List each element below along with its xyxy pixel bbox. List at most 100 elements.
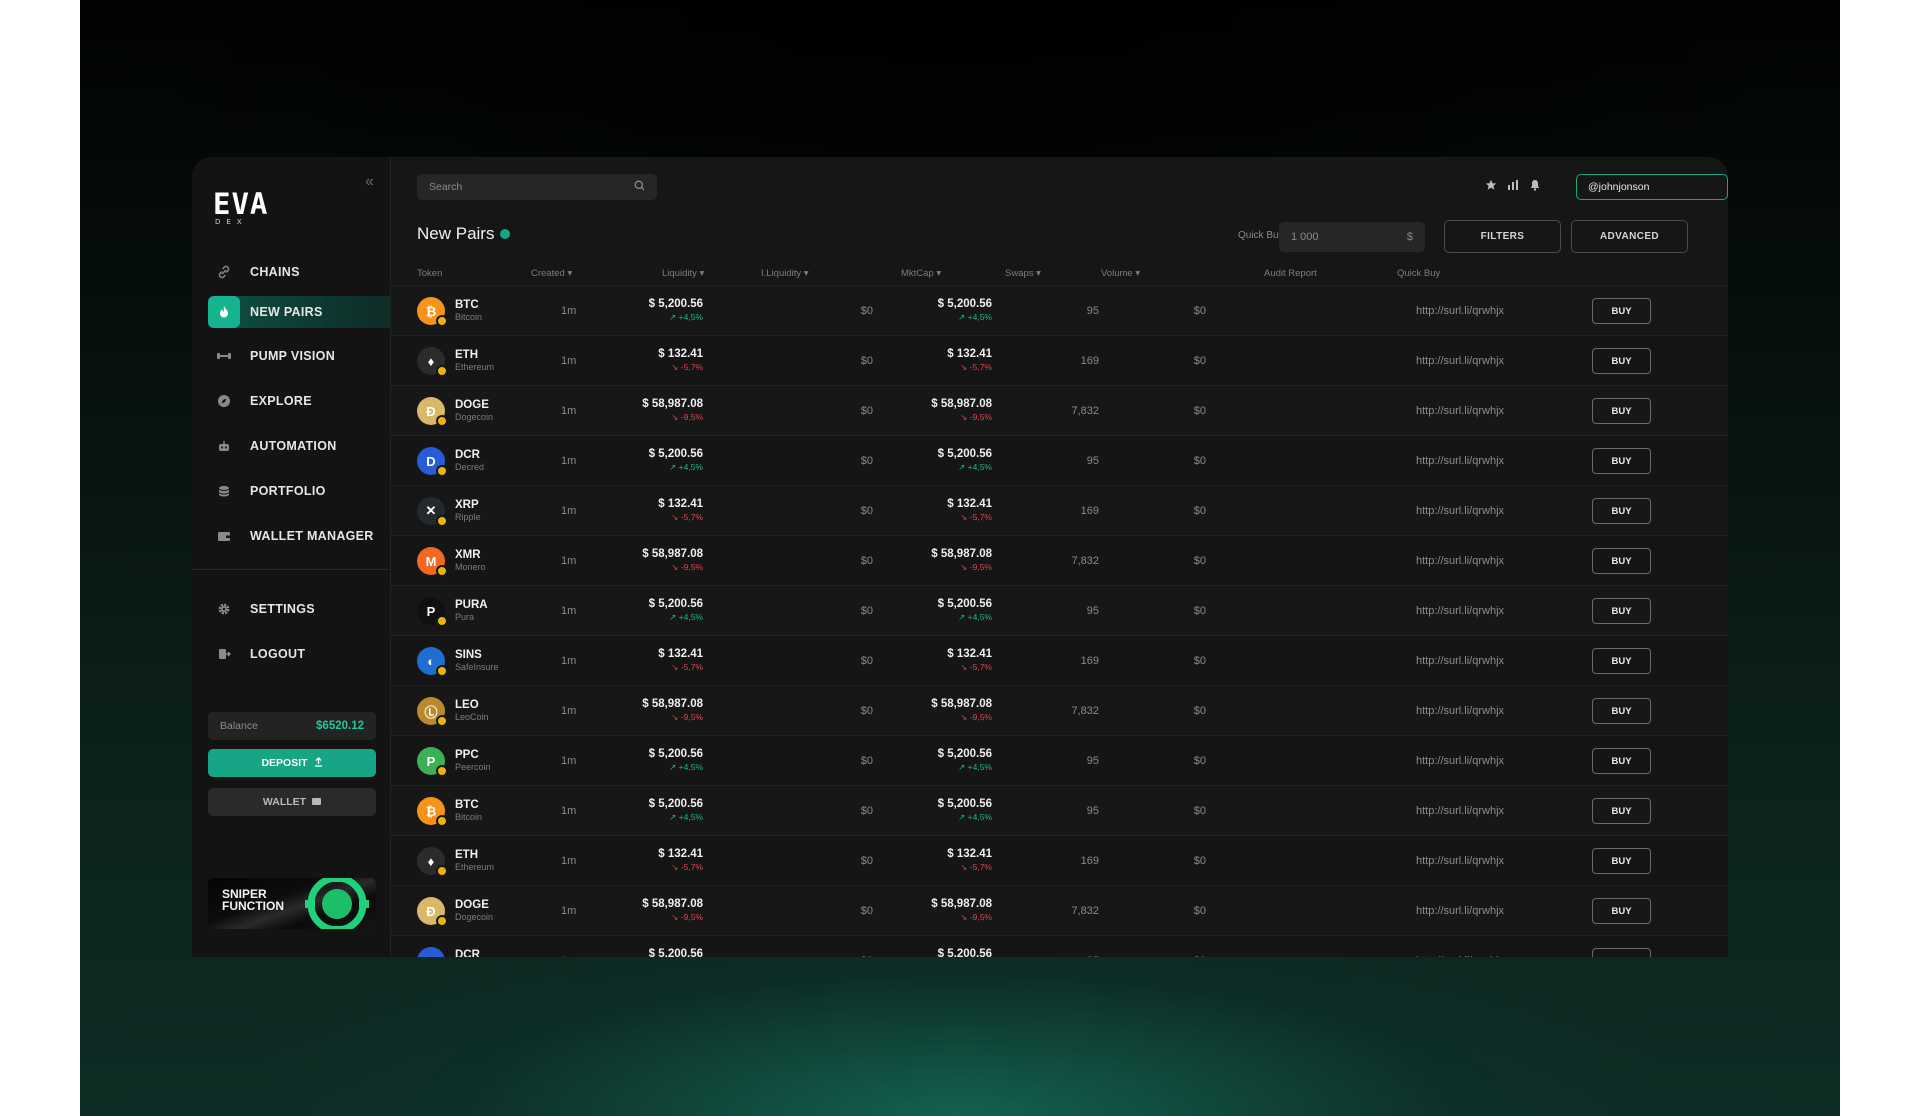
token-symbol[interactable]: XMR (455, 549, 481, 561)
sidebar-item-wallet-manager[interactable]: WALLET MANAGER (208, 520, 391, 552)
audit-report-link[interactable]: http://surl.li/qrwhjx (1416, 405, 1504, 417)
audit-report-link[interactable]: http://surl.li/qrwhjx (1416, 505, 1504, 517)
buy-button[interactable]: BUY (1592, 448, 1651, 474)
audit-report-link[interactable]: http://surl.li/qrwhjx (1416, 855, 1504, 867)
table-row[interactable]: ♦ ETH Ethereum 1m $ 132.41 ↘ -5,7% $0 $ 132.41 ↘… (391, 335, 1728, 385)
buy-button[interactable]: BUY (1592, 298, 1651, 324)
audit-report-link[interactable]: http://surl.li/qrwhjx (1416, 355, 1504, 367)
mktcap-value: $ 132.41 (947, 498, 992, 510)
star-icon[interactable] (1485, 179, 1497, 194)
table-row[interactable]: ₿ BTC Bitcoin 1m $ 5,200.56 ↗ +4,5% $0 $ 5,200.… (391, 785, 1728, 835)
token-symbol[interactable]: PPC (455, 749, 479, 761)
audit-report-link[interactable]: http://surl.li/qrwhjx (1416, 905, 1504, 917)
bell-icon[interactable] (1529, 179, 1541, 194)
col-liquidity[interactable]: Liquidity ▾ (662, 268, 704, 279)
sidebar-item-pump-vision[interactable]: PUMP VISION (208, 340, 391, 372)
token-symbol[interactable]: DCR (455, 449, 480, 461)
audit-report-link[interactable]: http://surl.li/qrwhjx (1416, 555, 1504, 567)
advanced-button[interactable]: ADVANCED (1571, 220, 1688, 253)
col-iliquidity[interactable]: I.Liquidity ▾ (761, 268, 809, 279)
sidebar-item-portfolio[interactable]: PORTFOLIO (208, 475, 391, 507)
buy-button[interactable]: BUY (1592, 498, 1651, 524)
buy-button[interactable]: BUY (1592, 398, 1651, 424)
bar-chart-icon[interactable] (1507, 179, 1519, 194)
token-name: Dogecoin (455, 912, 494, 922)
wallet-button[interactable]: WALLET (208, 788, 376, 816)
token-symbol[interactable]: PURA (455, 599, 488, 611)
volume-value: $0 (1193, 355, 1206, 367)
liquidity-change: ↘ -5,7% (671, 662, 703, 672)
search-input[interactable]: Search (417, 174, 657, 200)
token-symbol[interactable]: SINS (455, 649, 482, 661)
col-created[interactable]: Created ▾ (531, 268, 572, 279)
col-volume[interactable]: Volume ▾ (1101, 268, 1140, 279)
token-symbol[interactable]: XRP (455, 499, 479, 511)
buy-button[interactable]: BUY (1592, 548, 1651, 574)
token-glyph: ♦ (427, 853, 435, 869)
sidebar-item-label: PORTFOLIO (250, 484, 326, 498)
col-swaps[interactable]: Swaps ▾ (1005, 268, 1041, 279)
table-row[interactable]: M XMR Monero 1m $ 58,987.08 ↘ -9,5% $0 $ 58,987… (391, 535, 1728, 585)
mktcap-value: $ 5,200.56 (937, 598, 992, 610)
filters-button[interactable]: FILTERS (1444, 220, 1561, 253)
double-chevron-left-icon[interactable]: « (365, 173, 374, 191)
table-row[interactable]: Ⓛ LEO LeoCoin 1m $ 58,987.08 ↘ -9,5% $0 $ 58,98… (391, 685, 1728, 735)
audit-report-link[interactable]: http://surl.li/qrwhjx (1416, 955, 1504, 957)
buy-button[interactable]: BUY (1592, 698, 1651, 724)
table-row[interactable]: Ð DOGE Dogecoin 1m $ 58,987.08 ↘ -9,5% $0 $ 58,… (391, 385, 1728, 435)
token-symbol[interactable]: BTC (455, 799, 479, 811)
sidebar-item-settings[interactable]: SETTINGS (208, 593, 391, 625)
mktcap-value: $ 58,987.08 (931, 698, 992, 710)
sidebar-item-logout[interactable]: LOGOUT (208, 638, 391, 670)
col-quickbuy: Quick Buy (1397, 268, 1441, 279)
token-symbol[interactable]: ETH (455, 849, 478, 861)
quick-buy-input[interactable]: 1 000 $ (1279, 222, 1425, 252)
audit-report-link[interactable]: http://surl.li/qrwhjx (1416, 705, 1504, 717)
token-name: Bitcoin (455, 312, 483, 322)
liquidity-value: $ 132.41 (658, 498, 703, 510)
table-row[interactable]: ♦ ETH Ethereum 1m $ 132.41 ↘ -5,7% $0 $ 132.41 ↘… (391, 835, 1728, 885)
audit-report-link[interactable]: http://surl.li/qrwhjx (1416, 805, 1504, 817)
col-volume-label: Volume (1101, 268, 1133, 279)
audit-report-link[interactable]: http://surl.li/qrwhjx (1416, 755, 1504, 767)
user-account-button[interactable]: @johnjonson (1576, 174, 1728, 200)
sniper-function-card[interactable]: SNIPER FUNCTION (208, 878, 376, 929)
sidebar-item-explore[interactable]: EXPLORE (208, 385, 391, 417)
col-mktcap[interactable]: MktCap ▾ (901, 268, 941, 279)
table-row[interactable]: P PURA Pura 1m $ 5,200.56 ↗ +4,5% $0 $ 5,200.56… (391, 585, 1728, 635)
token-icon: ♦ (417, 847, 448, 877)
table-row[interactable]: Ð DOGE Dogecoin 1m $ 58,987.08 ↘ -9,5% $0 $ 58,… (391, 885, 1728, 935)
deposit-button[interactable]: DEPOSIT (208, 749, 376, 777)
token-symbol[interactable]: DOGE (455, 899, 489, 911)
buy-button[interactable]: BUY (1592, 598, 1651, 624)
token-symbol[interactable]: BTC (455, 299, 479, 311)
audit-report-link[interactable]: http://surl.li/qrwhjx (1416, 455, 1504, 467)
token-symbol[interactable]: DCR (455, 949, 480, 957)
created-time: 1m (561, 705, 577, 717)
table-row[interactable]: ◐ SINS SafeInsure 1m $ 132.41 ↘ -5,7% $0 $ 132.… (391, 635, 1728, 685)
token-symbol[interactable]: LEO (455, 699, 479, 711)
buy-button[interactable]: BUY (1592, 348, 1651, 374)
token-glyph: ♦ (427, 353, 435, 369)
buy-button[interactable]: BUY (1592, 948, 1651, 957)
audit-report-link[interactable]: http://surl.li/qrwhjx (1416, 605, 1504, 617)
table-row[interactable]: ✕ XRP Ripple 1m $ 132.41 ↘ -5,7% $0 $ 132.41 ↘ -… (391, 485, 1728, 535)
table-row[interactable]: ₿ BTC Bitcoin 1m $ 5,200.56 ↗ +4,5% $0 $ 5,200.… (391, 285, 1728, 335)
sidebar-item-automation[interactable]: AUTOMATION (208, 430, 391, 462)
token-symbol[interactable]: DOGE (455, 399, 489, 411)
sidebar-item-new-pairs[interactable]: NEW PAIRS (208, 296, 391, 328)
buy-button[interactable]: BUY (1592, 748, 1651, 774)
table-row[interactable]: D DCR Decred 1m $ 5,200.56 ↗ +4,5% $0 $ 5,200.5… (391, 435, 1728, 485)
table-row[interactable]: D DCR 1m $ 5,200.56 $0 $ 5,200.56 95 $0 http://s… (391, 935, 1728, 957)
sidebar-item-chains[interactable]: CHAINS (208, 256, 391, 288)
buy-button[interactable]: BUY (1592, 648, 1651, 674)
buy-button[interactable]: BUY (1592, 898, 1651, 924)
token-symbol[interactable]: ETH (455, 349, 478, 361)
volume-value: $0 (1193, 855, 1206, 867)
buy-button[interactable]: BUY (1592, 848, 1651, 874)
logo[interactable]: EVA DEX (213, 187, 268, 226)
table-row[interactable]: P PPC Peercoin 1m $ 5,200.56 ↗ +4,5% $0 $ 5,200… (391, 735, 1728, 785)
buy-button[interactable]: BUY (1592, 798, 1651, 824)
audit-report-link[interactable]: http://surl.li/qrwhjx (1416, 655, 1504, 667)
audit-report-link[interactable]: http://surl.li/qrwhjx (1416, 305, 1504, 317)
